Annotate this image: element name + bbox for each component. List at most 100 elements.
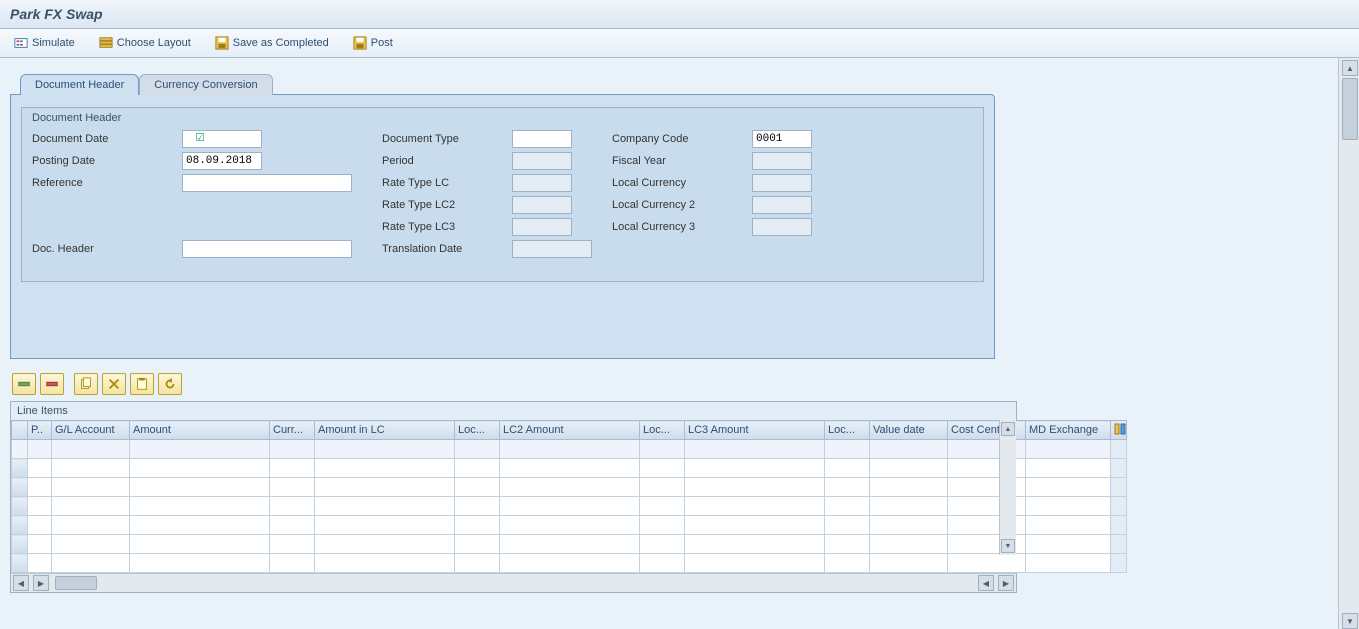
table-cell[interactable] <box>1026 497 1111 516</box>
table-cell[interactable] <box>825 440 870 459</box>
table-cell[interactable] <box>825 554 870 573</box>
table-cell[interactable] <box>28 478 52 497</box>
col-header[interactable]: Loc... <box>455 421 500 440</box>
table-cell[interactable] <box>1026 459 1111 478</box>
table-cell[interactable] <box>685 554 825 573</box>
table-cell[interactable] <box>685 459 825 478</box>
table-cell[interactable] <box>455 497 500 516</box>
table-cell[interactable] <box>455 516 500 535</box>
table-cell[interactable] <box>315 497 455 516</box>
table-cell[interactable] <box>28 554 52 573</box>
table-cell[interactable] <box>130 478 270 497</box>
col-header[interactable]: Curr... <box>270 421 315 440</box>
table-cell[interactable] <box>825 459 870 478</box>
scroll-thumb[interactable] <box>55 576 97 590</box>
table-cell[interactable] <box>270 535 315 554</box>
table-row[interactable] <box>12 478 1127 497</box>
table-cell[interactable] <box>315 440 455 459</box>
table-cell[interactable] <box>28 459 52 478</box>
table-cell[interactable] <box>685 535 825 554</box>
reference-input[interactable] <box>182 174 352 192</box>
table-cell[interactable] <box>270 459 315 478</box>
table-cell[interactable] <box>28 497 52 516</box>
table-vertical-scrollbar[interactable]: ▲ ▼ <box>999 420 1016 555</box>
table-row[interactable] <box>12 459 1127 478</box>
tab-currency-conversion[interactable]: Currency Conversion <box>139 74 272 95</box>
table-cell[interactable] <box>455 459 500 478</box>
col-header[interactable]: Loc... <box>825 421 870 440</box>
table-cell[interactable] <box>500 516 640 535</box>
table-cell[interactable] <box>270 497 315 516</box>
table-cell[interactable] <box>685 497 825 516</box>
doc-header-input[interactable] <box>182 240 352 258</box>
table-cell[interactable] <box>1026 478 1111 497</box>
row-selector[interactable] <box>12 497 28 516</box>
table-cell[interactable] <box>870 478 948 497</box>
simulate-button[interactable]: Simulate <box>10 34 79 52</box>
table-cell[interactable] <box>52 497 130 516</box>
table-row[interactable] <box>12 535 1127 554</box>
table-cell[interactable] <box>640 516 685 535</box>
scroll-down-icon[interactable]: ▼ <box>1001 539 1015 553</box>
table-cell[interactable] <box>500 440 640 459</box>
col-header[interactable]: MD Exchange <box>1026 421 1111 440</box>
col-header[interactable]: Loc... <box>640 421 685 440</box>
table-cell[interactable] <box>500 478 640 497</box>
table-cell[interactable] <box>455 535 500 554</box>
table-cell[interactable] <box>640 440 685 459</box>
delete-row-button[interactable] <box>40 373 64 395</box>
table-row[interactable] <box>12 497 1127 516</box>
table-cell[interactable] <box>130 497 270 516</box>
table-cell[interactable] <box>870 535 948 554</box>
table-horizontal-scrollbar[interactable]: ◀ ▶ ◀ ▶ <box>11 573 1016 592</box>
col-header[interactable]: P.. <box>28 421 52 440</box>
table-cell[interactable] <box>455 554 500 573</box>
row-selector[interactable] <box>12 535 28 554</box>
table-cell[interactable] <box>500 497 640 516</box>
table-cell[interactable] <box>500 459 640 478</box>
table-cell[interactable] <box>270 554 315 573</box>
table-cell[interactable] <box>52 535 130 554</box>
page-scroll-thumb[interactable] <box>1342 78 1358 140</box>
table-cell[interactable] <box>28 516 52 535</box>
table-row[interactable] <box>12 516 1127 535</box>
page-scroll-up-icon[interactable]: ▲ <box>1342 60 1358 76</box>
table-cell[interactable] <box>640 478 685 497</box>
table-cell[interactable] <box>52 459 130 478</box>
table-cell[interactable] <box>130 516 270 535</box>
copy-button[interactable] <box>74 373 98 395</box>
scroll-right-step-icon[interactable]: ▶ <box>33 575 49 591</box>
table-cell[interactable] <box>870 497 948 516</box>
tab-document-header[interactable]: Document Header <box>20 74 139 95</box>
col-header[interactable]: Amount <box>130 421 270 440</box>
row-selector[interactable] <box>12 516 28 535</box>
table-row[interactable] <box>12 440 1127 459</box>
choose-layout-button[interactable]: Choose Layout <box>95 34 195 52</box>
table-cell[interactable] <box>500 535 640 554</box>
undo-button[interactable] <box>158 373 182 395</box>
table-cell[interactable] <box>315 459 455 478</box>
table-cell[interactable] <box>640 497 685 516</box>
row-selector[interactable] <box>12 459 28 478</box>
col-header[interactable]: LC3 Amount <box>685 421 825 440</box>
save-completed-button[interactable]: Save as Completed <box>211 34 333 52</box>
scroll-up-icon[interactable]: ▲ <box>1001 422 1015 436</box>
table-row[interactable] <box>12 554 1127 573</box>
table-cell[interactable] <box>52 478 130 497</box>
col-header[interactable]: LC2 Amount <box>500 421 640 440</box>
col-header[interactable]: G/L Account <box>52 421 130 440</box>
table-cell[interactable] <box>640 535 685 554</box>
configure-columns-button[interactable] <box>1111 421 1127 440</box>
table-cell[interactable] <box>1026 440 1111 459</box>
table-cell[interactable] <box>52 440 130 459</box>
insert-row-button[interactable] <box>12 373 36 395</box>
table-cell[interactable] <box>52 516 130 535</box>
table-cell[interactable] <box>315 478 455 497</box>
table-cell[interactable] <box>500 554 640 573</box>
table-cell[interactable] <box>685 440 825 459</box>
table-cell[interactable] <box>685 516 825 535</box>
table-cell[interactable] <box>52 554 130 573</box>
table-cell[interactable] <box>1026 554 1111 573</box>
table-cell[interactable] <box>130 440 270 459</box>
table-cell[interactable] <box>825 535 870 554</box>
